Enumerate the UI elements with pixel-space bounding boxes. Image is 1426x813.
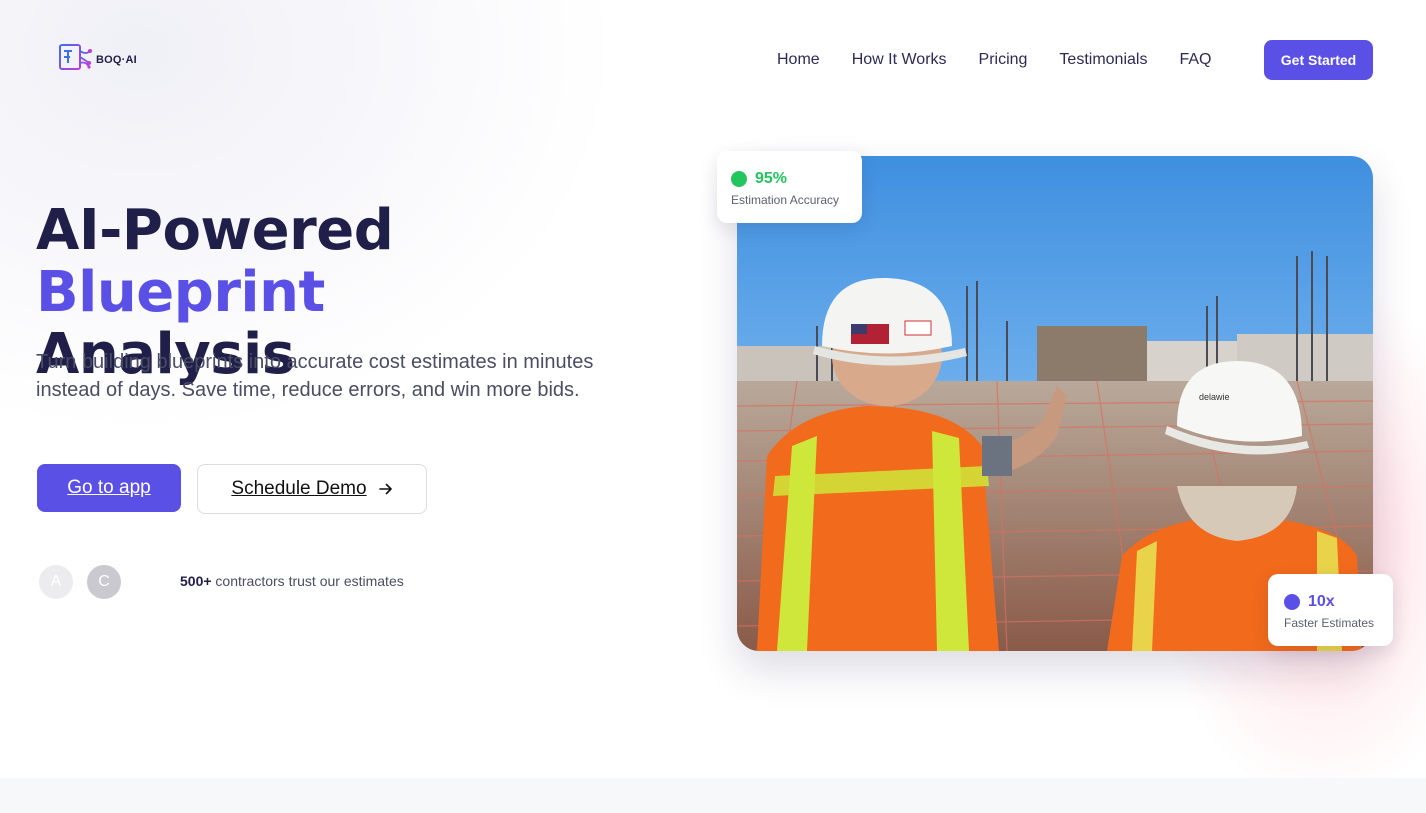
nav-home[interactable]: Home <box>777 49 820 71</box>
avatar: A <box>37 563 75 601</box>
arrow-right-icon <box>378 483 392 495</box>
speed-stat-card: 10x Faster Estimates <box>1268 574 1393 646</box>
hero-title-accent: Blueprint <box>36 260 325 325</box>
svg-text:delawie: delawie <box>1199 392 1230 402</box>
brand-name: BOQ·AI <box>96 54 137 66</box>
speed-value: 10x <box>1308 593 1335 610</box>
accuracy-stat-card: 95% Estimation Accuracy <box>717 151 862 223</box>
trust-count: 500+ <box>180 573 212 589</box>
nav-how-it-works[interactable]: How It Works <box>852 49 947 71</box>
next-section-band <box>0 778 1426 813</box>
accuracy-value: 95% <box>755 170 788 187</box>
nav-faq[interactable]: FAQ <box>1179 49 1211 71</box>
schedule-demo-label: Schedule Demo <box>231 478 367 499</box>
nav-testimonials[interactable]: Testimonials <box>1059 49 1147 71</box>
logo-icon <box>59 44 92 70</box>
purple-dot-icon <box>1284 594 1300 610</box>
speed-label: Faster Estimates <box>1284 616 1375 630</box>
accuracy-label: Estimation Accuracy <box>731 193 840 207</box>
nav-pricing[interactable]: Pricing <box>979 49 1028 71</box>
schedule-demo-button[interactable]: Schedule Demo <box>197 464 427 514</box>
get-started-button[interactable]: Get Started <box>1264 40 1373 80</box>
avatar-group: A C <box>37 563 137 601</box>
go-to-app-button[interactable]: Go to app <box>37 464 181 512</box>
brand-logo[interactable]: BOQ·AI <box>58 43 137 73</box>
trust-text: 500+ contractors trust our estimates <box>180 573 404 589</box>
green-dot-icon <box>731 171 747 187</box>
trust-label: contractors trust our estimates <box>211 573 404 589</box>
main-nav: Home How It Works Pricing Testimonials F… <box>777 49 1211 71</box>
hero-subtitle: Turn building blueprints into accurate c… <box>36 351 594 401</box>
avatar: C <box>85 563 123 601</box>
hero-title-part1: AI-Powered <box>36 198 394 263</box>
